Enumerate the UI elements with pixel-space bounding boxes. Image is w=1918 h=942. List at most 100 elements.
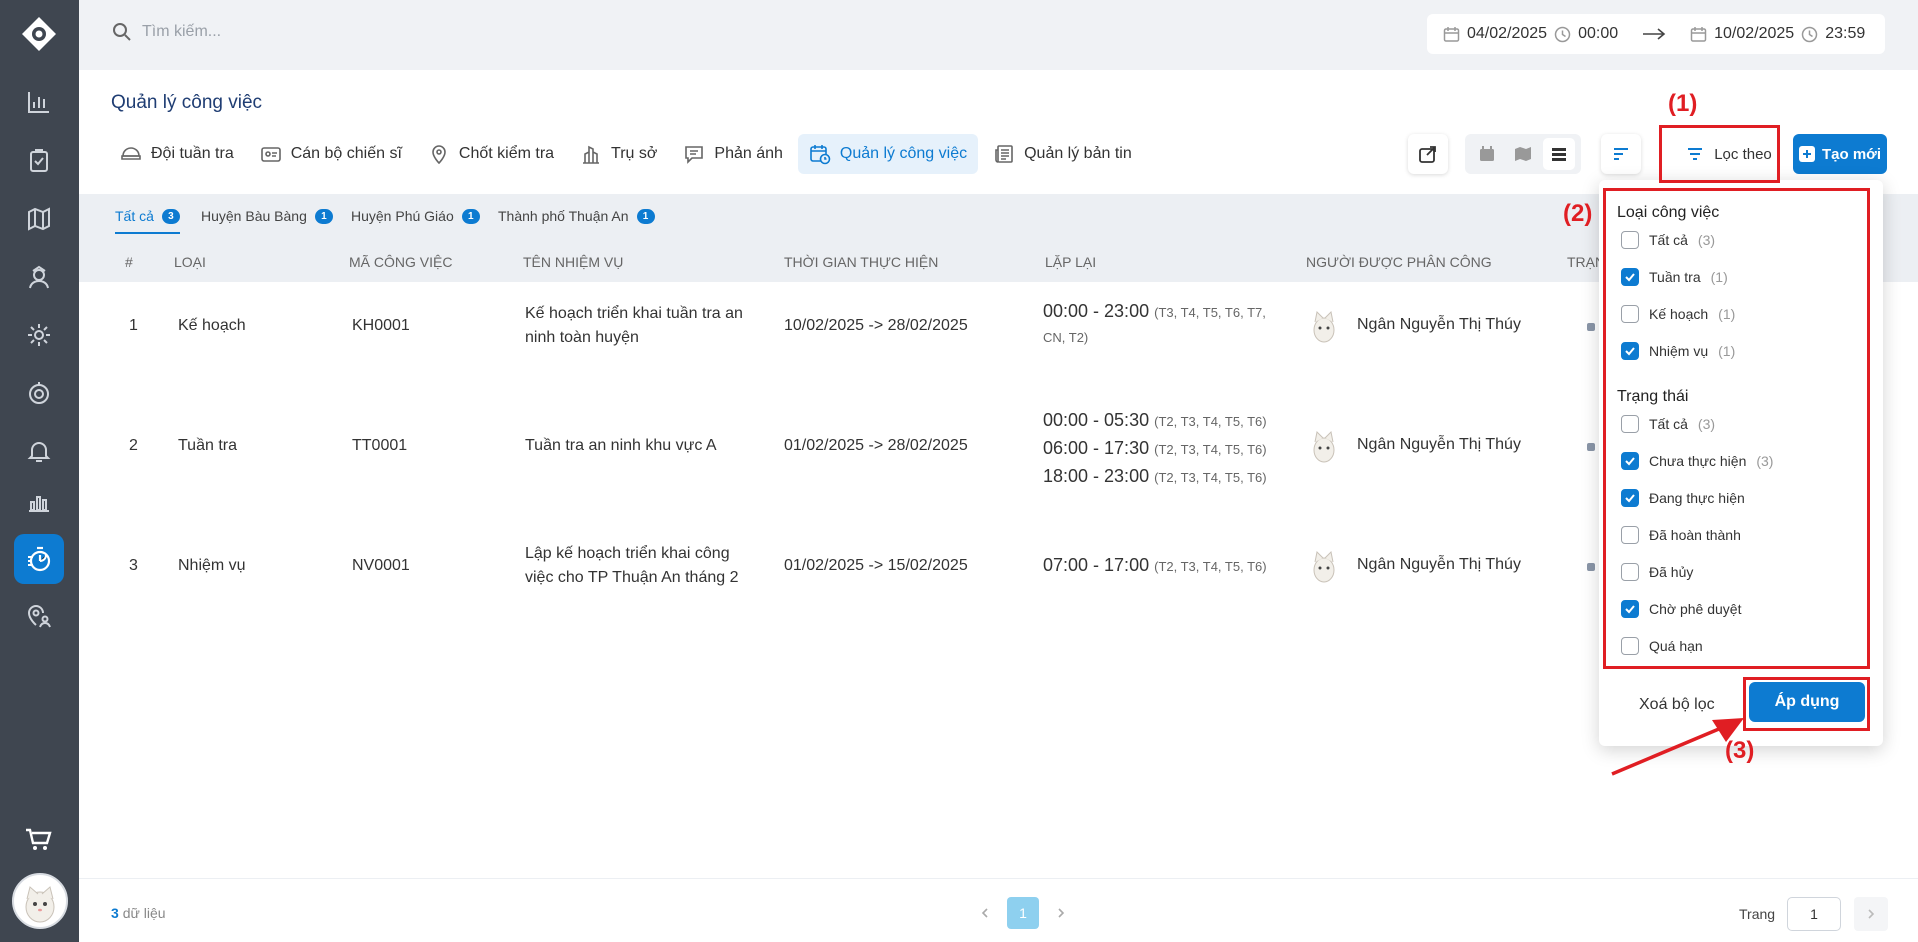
tab-headquarters[interactable]: Trụ sở	[569, 134, 668, 174]
list-view-button[interactable]	[1543, 138, 1575, 170]
sidebar-item-dashboard[interactable]	[14, 77, 64, 127]
row-assignee: Ngân Nguyễn Thị Thúy	[1309, 426, 1521, 464]
count-badge: 1	[636, 208, 655, 224]
row-period: 01/02/2025 -> 15/02/2025	[784, 557, 968, 574]
bell-icon	[27, 442, 51, 462]
map-pin-icon	[432, 145, 446, 165]
subtab-phu-giao[interactable]: Huyện Phú Giáo 1	[351, 208, 480, 224]
module-tabs: Đội tuần tra Cán bộ chiến sĩ Chốt kiểm t…	[109, 134, 1147, 174]
sidebar-item-history[interactable]	[14, 368, 64, 418]
annotation-arrow-icon	[1611, 718, 1744, 776]
page-label: Trang	[1739, 906, 1776, 922]
row-repeat: 07:00 - 17:00 (T2, T3, T4, T5, T6)	[1043, 555, 1267, 575]
start-time: 00:00	[1578, 25, 1619, 42]
cat-avatar-icon	[1313, 430, 1335, 463]
row-period: 10/02/2025 -> 28/02/2025	[784, 317, 968, 334]
cat-avatar-icon	[1313, 310, 1335, 343]
plus-icon	[1798, 146, 1815, 162]
annotation-box-panel	[1603, 188, 1870, 669]
pagination: 1	[979, 897, 1067, 929]
map-view-button[interactable]	[1507, 138, 1539, 170]
building-icon	[583, 145, 600, 164]
user-avatar[interactable]	[12, 873, 68, 929]
sort-icon	[1614, 148, 1628, 160]
create-button[interactable]: Tạo mới	[1793, 134, 1887, 174]
row-assignee: Ngân Nguyễn Thị Thúy	[1309, 306, 1521, 344]
sidebar	[0, 0, 79, 942]
subtab-bau-bang[interactable]: Huyện Bàu Bàng 1	[201, 208, 333, 224]
tab-news[interactable]: Quản lý bản tin	[982, 134, 1143, 174]
sidebar-item-map[interactable]	[14, 194, 64, 244]
calendar-clock-icon	[810, 145, 831, 165]
clock-icon	[1554, 26, 1571, 42]
tab-officers[interactable]: Cán bộ chiến sĩ	[249, 134, 413, 174]
col-header-task-name: Tên nhiệm vụ	[523, 254, 624, 270]
row-task-name: Lập kế hoạch triển khai công việc cho TP …	[525, 545, 739, 586]
row-task-name: Kế hoạch triển khai tuần tra an ninh toàn…	[525, 305, 743, 346]
tab-feedback[interactable]: Phản ánh	[672, 134, 794, 174]
row-index: 3	[129, 557, 138, 574]
tab-patrol-team[interactable]: Đội tuần tra	[109, 134, 245, 174]
col-header-code: Mã công việc	[349, 254, 453, 270]
officer-icon	[29, 265, 49, 289]
arrow-right-icon	[1643, 28, 1666, 40]
row-repeat: 00:00 - 23:00 (T3, T4, T5, T6, T7, CN, T…	[1043, 301, 1266, 345]
calendar-view-button[interactable]	[1471, 138, 1503, 170]
page-input[interactable]	[1787, 897, 1841, 931]
sidebar-item-statistics[interactable]	[14, 476, 64, 526]
annotation-box-filter	[1659, 125, 1780, 183]
chevron-right-icon[interactable]	[1055, 907, 1067, 919]
chart-icon	[28, 92, 49, 113]
map-icon	[1515, 147, 1531, 161]
chevron-left-icon[interactable]	[979, 907, 991, 919]
row-index: 2	[129, 437, 138, 454]
calendar-icon	[1480, 146, 1494, 161]
row-code: KH0001	[352, 317, 410, 334]
news-icon	[995, 145, 1013, 163]
record-count: 3 dữ liệu	[111, 905, 166, 921]
count-badge: 1	[461, 208, 480, 224]
clock-icon	[1801, 26, 1818, 42]
sidebar-item-personnel[interactable]	[14, 252, 64, 302]
row-period: 01/02/2025 -> 28/02/2025	[784, 437, 968, 454]
app-logo-icon[interactable]	[20, 15, 58, 53]
tab-checkpoints[interactable]: Chốt kiểm tra	[417, 134, 565, 174]
col-header-assignee: Người được phân công	[1306, 254, 1492, 270]
calendar-icon	[1443, 26, 1460, 42]
sidebar-item-alerts[interactable]	[14, 426, 64, 476]
view-mode-toggle	[1465, 134, 1581, 174]
annotation-label-2: (2)	[1563, 200, 1593, 227]
cart-icon[interactable]	[24, 826, 52, 854]
row-code: NV0001	[352, 557, 410, 574]
row-index: 1	[129, 317, 138, 334]
row-repeat: 00:00 - 05:30 (T2, T3, T4, T5, T6) 06:00…	[1043, 410, 1267, 486]
sort-button[interactable]	[1601, 134, 1641, 174]
next-page-button[interactable]	[1854, 897, 1888, 931]
search-box[interactable]	[112, 22, 442, 42]
subtab-all[interactable]: Tất cả 3	[115, 208, 180, 234]
subtab-thuan-an[interactable]: Thành phố Thuận An 1	[498, 208, 655, 224]
history-icon	[29, 382, 49, 404]
sidebar-item-work-management[interactable]	[14, 534, 64, 584]
search-icon	[113, 23, 131, 41]
table-footer: 3 dữ liệu 1 Trang	[79, 878, 1918, 942]
tab-work-management[interactable]: Quản lý công việc	[797, 134, 979, 174]
count-badge: 3	[161, 208, 180, 224]
annotation-label-1: (1)	[1668, 90, 1698, 117]
sidebar-item-location-people[interactable]	[14, 591, 64, 641]
count-badge: 1	[314, 208, 333, 224]
end-time: 23:59	[1825, 25, 1866, 42]
search-input[interactable]	[142, 23, 442, 41]
sidebar-item-tasks[interactable]	[14, 136, 64, 186]
page-number-button[interactable]: 1	[1007, 897, 1039, 929]
date-range-picker[interactable]: 04/02/2025 00:00 10/02/2025 23:59	[1427, 14, 1885, 54]
start-date: 04/02/2025	[1467, 25, 1548, 42]
export-button[interactable]	[1408, 134, 1448, 174]
sidebar-item-settings[interactable]	[14, 310, 64, 360]
annotation-box-apply	[1743, 677, 1870, 731]
map-icon	[28, 207, 50, 231]
chat-icon	[685, 146, 704, 164]
calendar-icon	[1690, 26, 1707, 42]
row-type: Tuần tra	[178, 437, 237, 454]
col-header-type: Loại	[174, 254, 206, 270]
